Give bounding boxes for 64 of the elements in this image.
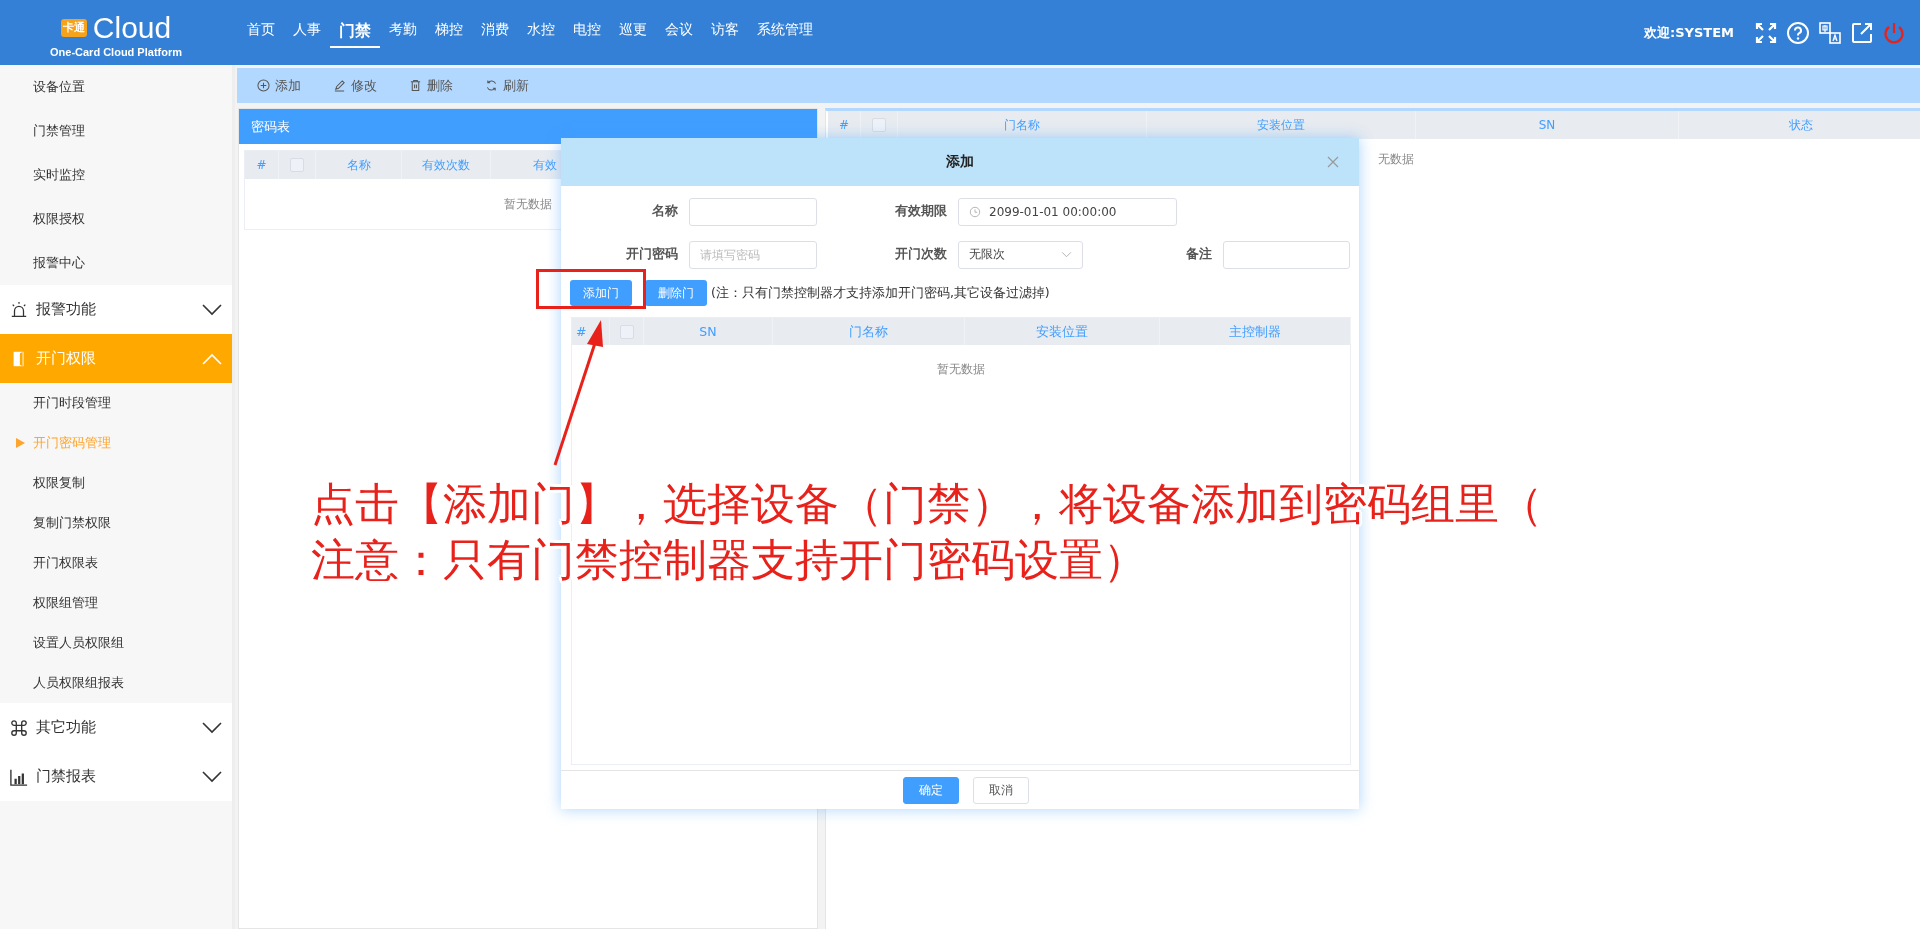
panel-title: 密码表 bbox=[239, 109, 817, 144]
input-field[interactable]: 请填写密码 bbox=[689, 240, 817, 269]
date-field[interactable]: 2099-01-01 00:00:00 bbox=[958, 197, 1177, 226]
welcome-text: 欢迎:SYSTEM bbox=[1643, 23, 1734, 42]
sidebar-item[interactable]: 权限组管理 bbox=[0, 583, 232, 623]
field-label: 名称 bbox=[652, 203, 678, 218]
nav-tab[interactable]: 梯控 bbox=[426, 17, 472, 48]
field-label: 有效期限 bbox=[895, 203, 947, 218]
column-header: 有效次数 bbox=[402, 151, 491, 179]
dialog-button[interactable]: 确定 bbox=[903, 776, 959, 804]
column-header: 状态 bbox=[1679, 111, 1920, 139]
sidebar-group[interactable]: 门禁报表 bbox=[0, 752, 232, 801]
annotation-text: 点击【添加门】，选择设备（门禁），将设备添加到密码组里（ bbox=[311, 477, 1543, 531]
column-header: SN bbox=[644, 318, 773, 345]
nav-tab[interactable]: 系统管理 bbox=[748, 17, 822, 48]
nav-tab[interactable]: 访客 bbox=[702, 17, 748, 48]
sidebar-item[interactable]: 人员权限组报表 bbox=[0, 663, 232, 703]
logo-text: Cloud bbox=[92, 11, 172, 45]
sidebar-item[interactable]: 设置人员权限组 bbox=[0, 623, 232, 663]
logo-badge: 卡通 bbox=[60, 19, 87, 37]
toolbar-button[interactable]: 刷新 bbox=[479, 74, 535, 97]
sidebar-group[interactable]: 报警功能 bbox=[0, 285, 232, 334]
sidebar-item[interactable]: 权限授权 bbox=[0, 197, 232, 241]
nav-tab[interactable]: 门禁 bbox=[330, 17, 380, 48]
nav-tab[interactable]: 电控 bbox=[564, 17, 610, 48]
column-header: 安装位置 bbox=[965, 318, 1160, 345]
sidebar-item[interactable]: 实时监控 bbox=[0, 153, 232, 197]
column-header: 主控制器 bbox=[1160, 318, 1351, 345]
empty-text: 无数据 bbox=[1378, 150, 1414, 168]
sidebar-item[interactable]: 门禁管理 bbox=[0, 109, 232, 153]
column-header: SN bbox=[1416, 111, 1679, 139]
select-field[interactable]: 无限次 bbox=[958, 240, 1083, 269]
dialog-title: 添加 bbox=[946, 153, 974, 171]
dialog-button[interactable]: 取消 bbox=[973, 776, 1029, 804]
note-text: (注：只有门禁控制器才支持添加开门密码,其它设备过滤掉) bbox=[711, 284, 1050, 302]
logo-subtitle: One-Card Cloud Platform bbox=[50, 46, 182, 58]
nav-tab[interactable]: 会议 bbox=[656, 17, 702, 48]
nav-tab[interactable]: 巡更 bbox=[610, 17, 656, 48]
toolbar-button[interactable]: 添加 bbox=[251, 74, 307, 97]
field-label: 开门密码 bbox=[626, 246, 678, 261]
action-button[interactable]: 删除门 bbox=[645, 280, 707, 306]
nav-tab[interactable]: 人事 bbox=[284, 17, 330, 48]
sidebar-item[interactable]: 复制门禁权限 bbox=[0, 503, 232, 543]
sidebar-item[interactable]: 报警中心 bbox=[0, 241, 232, 285]
sidebar-item[interactable]: 开门时段管理 bbox=[0, 383, 232, 423]
column-header: # bbox=[245, 151, 279, 179]
nav-tab[interactable]: 考勤 bbox=[380, 17, 426, 48]
column-header: 门名称 bbox=[773, 318, 965, 345]
toolbar-button[interactable]: 删除 bbox=[403, 74, 459, 97]
sidebar-item[interactable]: 权限复制 bbox=[0, 463, 232, 503]
sidebar-item[interactable]: 设备位置 bbox=[0, 65, 232, 109]
sidebar-item[interactable]: 开门权限表 bbox=[0, 543, 232, 583]
field-label: 备注 bbox=[1186, 246, 1212, 261]
nav-tab[interactable]: 消费 bbox=[472, 17, 518, 48]
nav-tab[interactable]: 水控 bbox=[518, 17, 564, 48]
sidebar-group[interactable]: 其它功能 bbox=[0, 703, 232, 752]
nav-tab[interactable]: 首页 bbox=[238, 17, 284, 48]
annotation-text: 注意：只有门禁控制器支持开门密码设置） bbox=[311, 533, 1148, 587]
field-label: 开门次数 bbox=[895, 246, 947, 261]
empty-text: 暂无数据 bbox=[504, 195, 552, 213]
action-button[interactable]: 添加门 bbox=[570, 280, 632, 306]
empty-text: 暂无数据 bbox=[937, 360, 985, 378]
toolbar-button[interactable]: 修改 bbox=[327, 74, 383, 97]
column-header: 名称 bbox=[316, 151, 402, 179]
